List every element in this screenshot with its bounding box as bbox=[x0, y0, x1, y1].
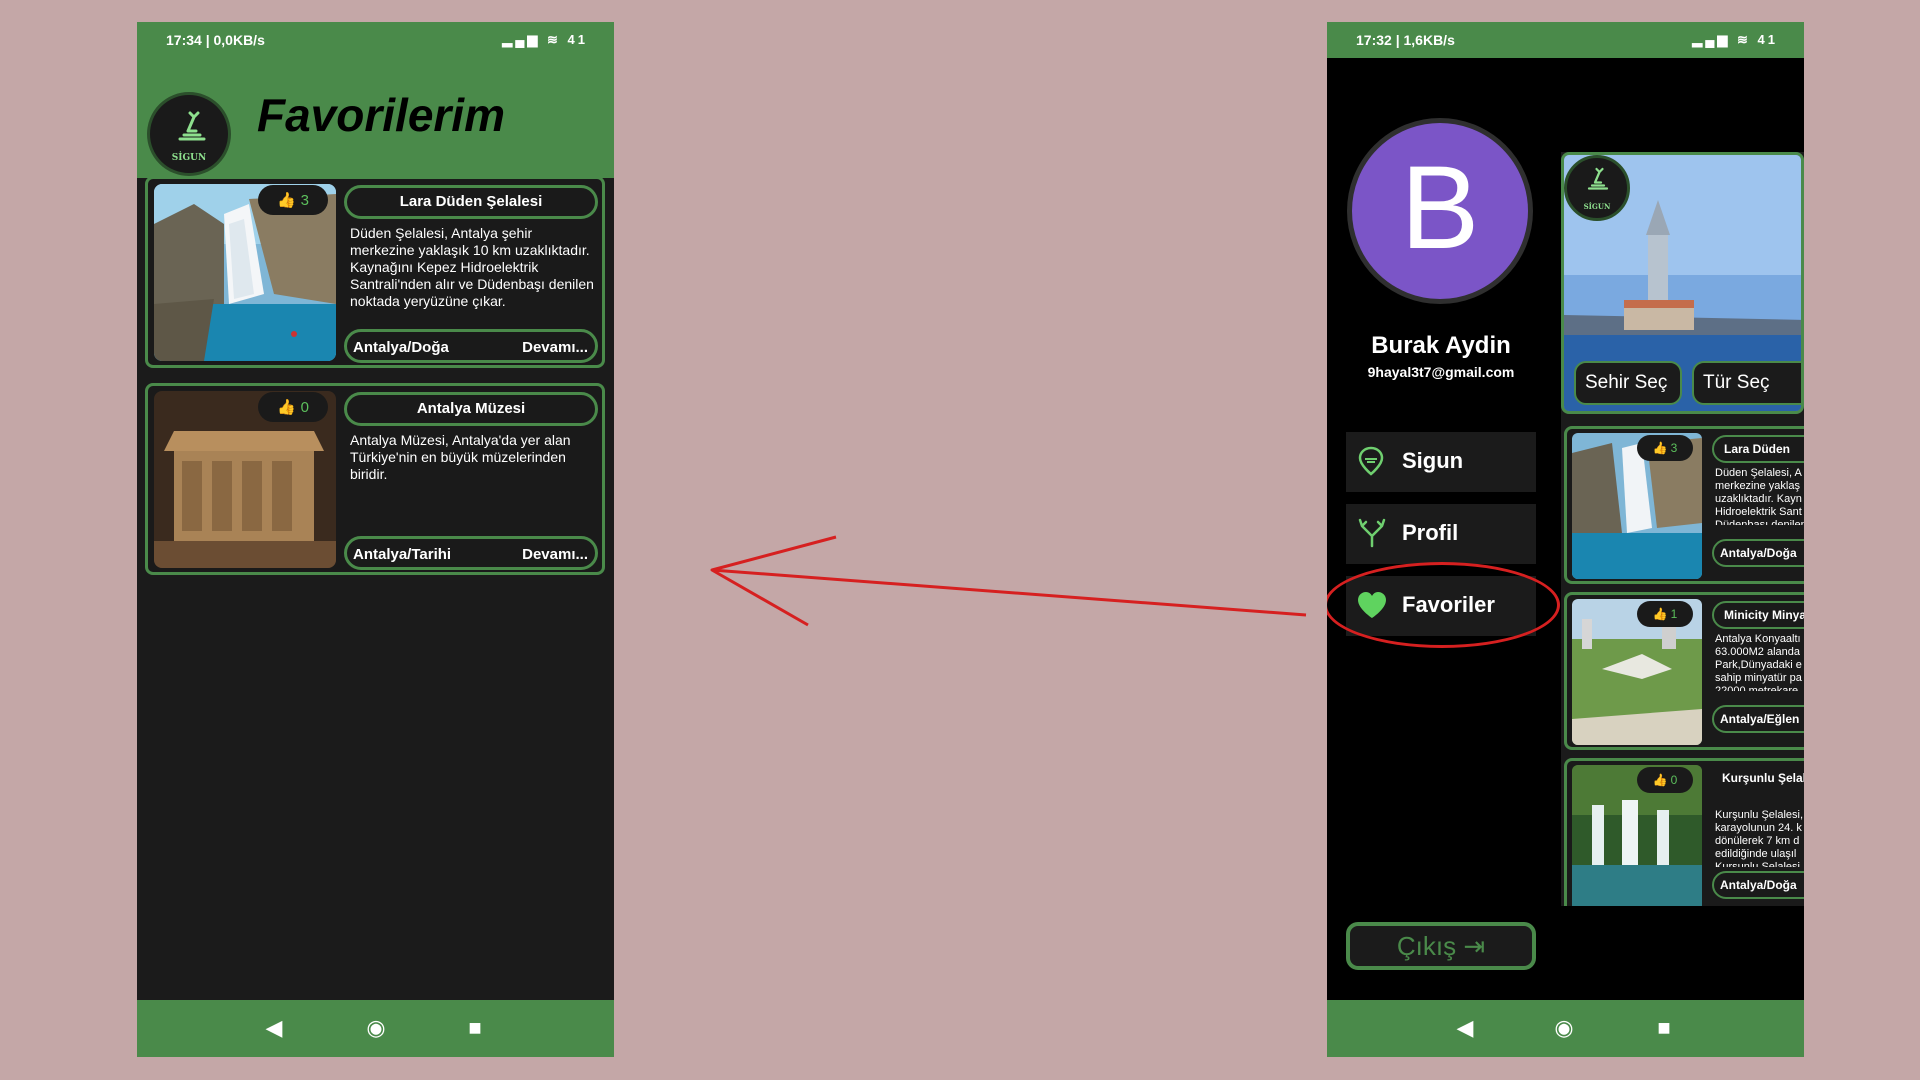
annotation-arrow bbox=[710, 535, 1307, 627]
